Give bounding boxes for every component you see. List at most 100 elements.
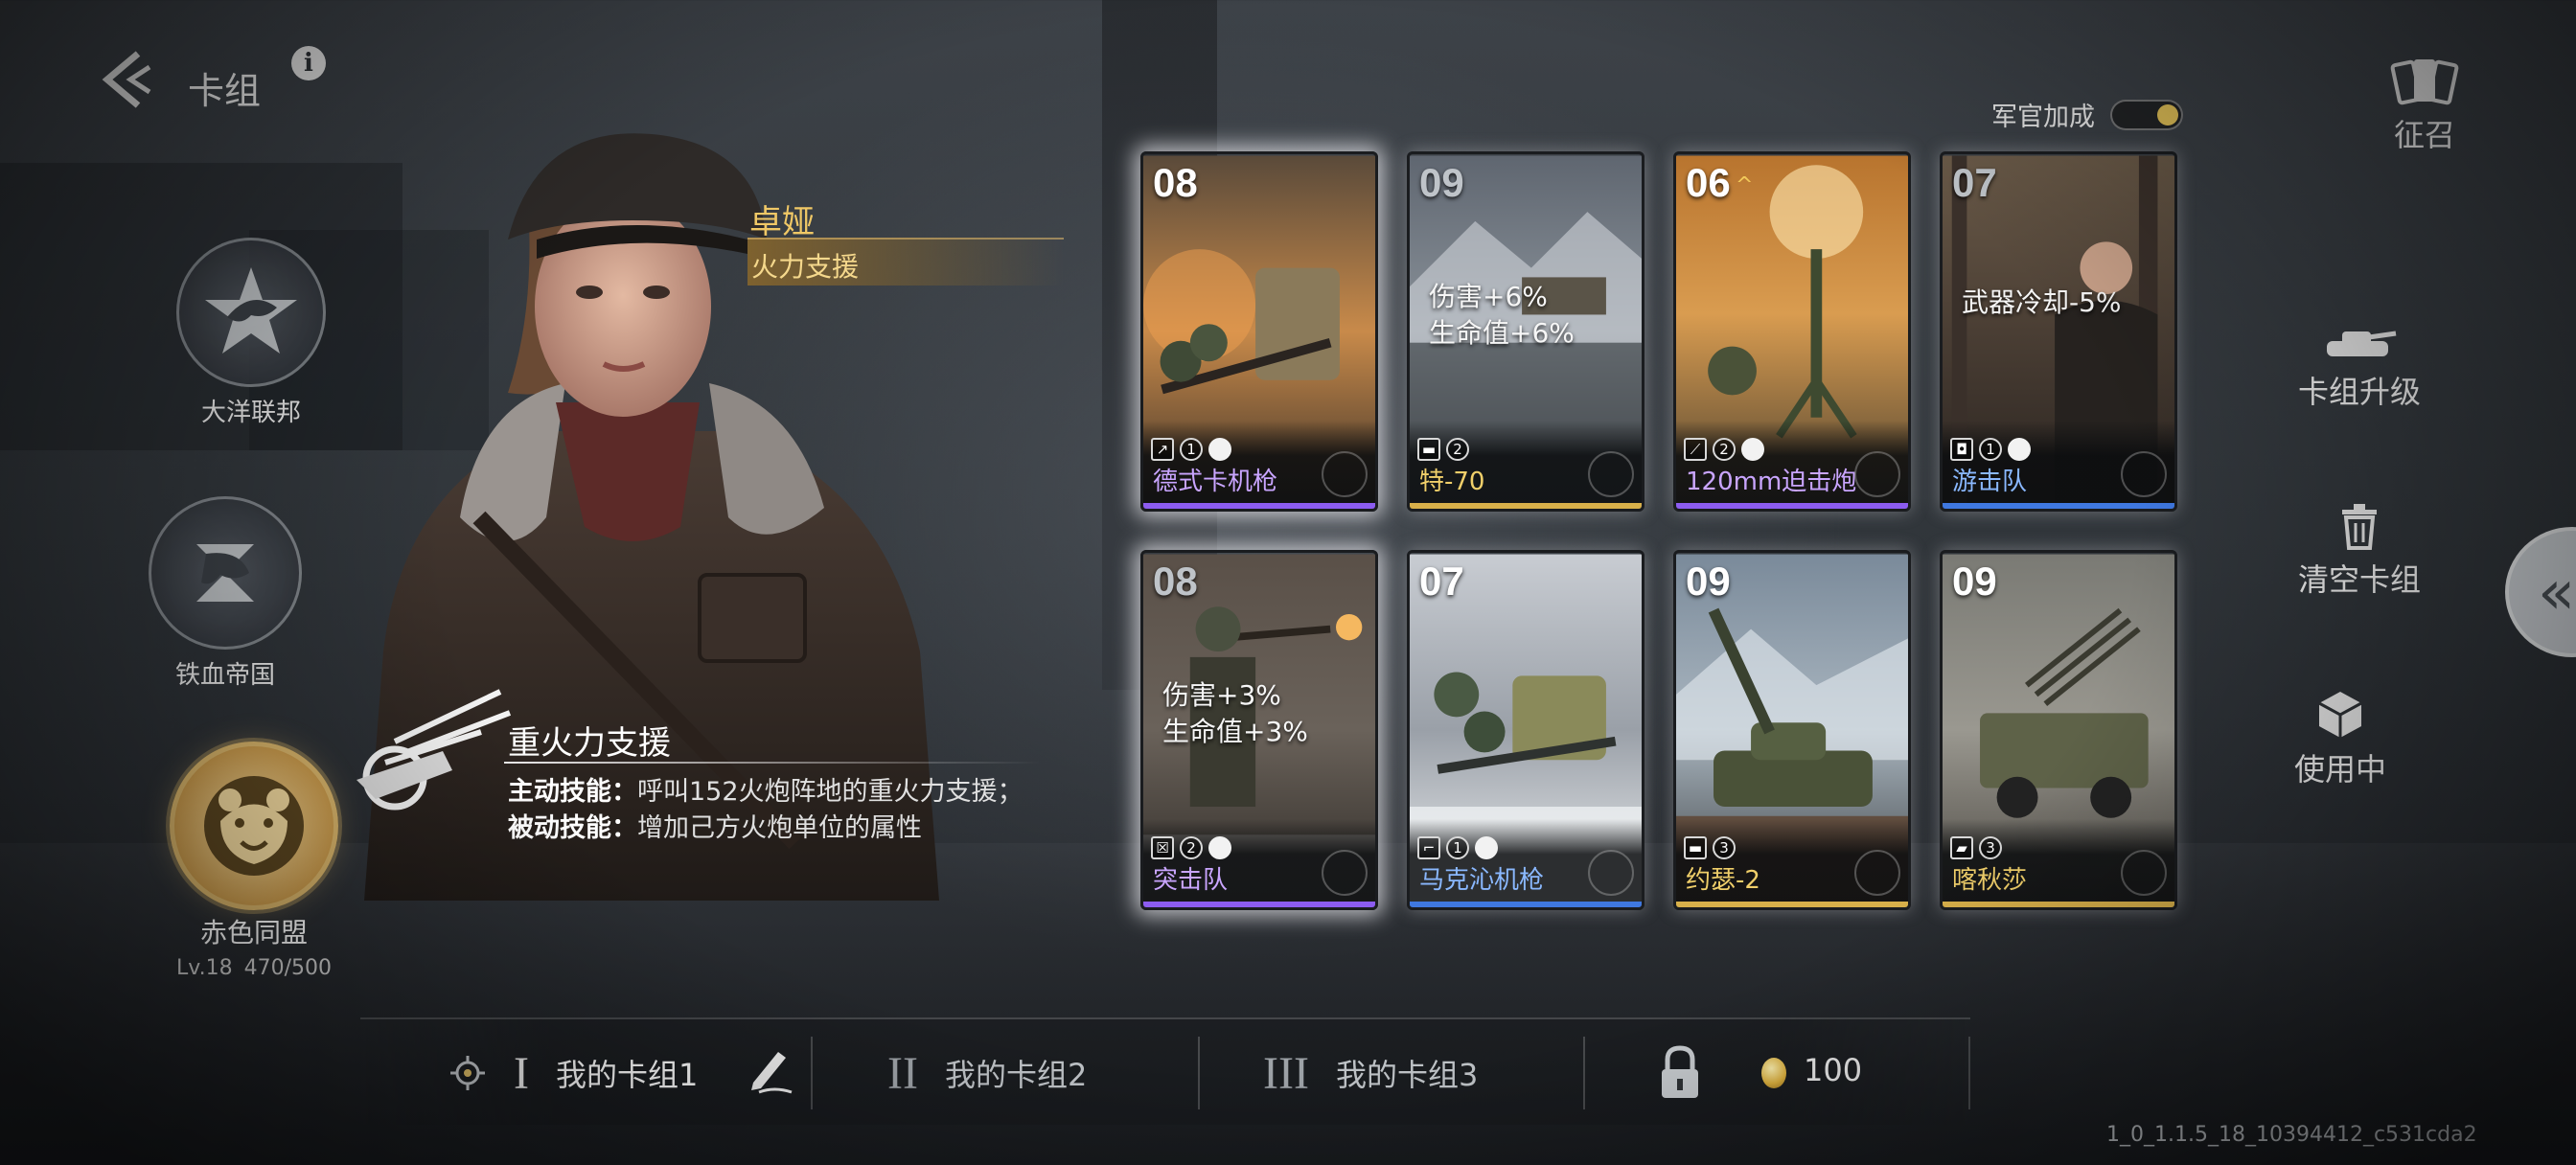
in-use-label: 使用中 — [2293, 751, 2386, 788]
faction-watermark-icon — [1588, 451, 1634, 497]
deck-upgrade-button[interactable]: 卡组升级 — [2264, 308, 2455, 412]
infantry-type-icon: ◘ — [1950, 438, 1973, 461]
flag-icon — [2008, 438, 2031, 461]
faction-red-alliance[interactable]: 赤色同盟 Lv.18 470/500 — [163, 742, 345, 980]
card-is2[interactable]: 09 ▬ 3 约瑟-2 — [1673, 550, 1911, 910]
deck-upgrade-label: 卡组升级 — [2297, 374, 2421, 410]
commander-name: 卓娅 — [749, 203, 815, 241]
card-maxim-machine-gun[interactable]: 07 ⌐ 1 马克沁机枪 — [1407, 550, 1644, 910]
rarity-bar — [1943, 902, 2174, 907]
officer-bonus-toggle[interactable] — [2110, 99, 2183, 130]
deck-tab-2[interactable]: II 我的卡组2 — [887, 1037, 1087, 1109]
card-cost: 07 — [1952, 160, 1997, 205]
recruit-button[interactable]: 征召 — [2329, 56, 2520, 155]
machine-gun-type-icon: ⌐ — [1417, 836, 1440, 859]
card-name: 马克沁机枪 — [1419, 866, 1545, 895]
card-name: 特-70 — [1419, 468, 1485, 496]
card-cost: 08 — [1153, 559, 1198, 604]
tag-count: 2 — [1446, 438, 1469, 461]
version-label: 1_0_1.1.5_18_10394412_c531cda2 — [2106, 1123, 2477, 1147]
rarity-bar — [1676, 503, 1908, 509]
faction-ocean-federation[interactable]: 大洋联邦 — [174, 238, 328, 428]
card-cost: 07 — [1419, 559, 1464, 604]
card-120mm-mortar[interactable]: 06 ^ ⟋ 2 120mm迫击炮 — [1673, 151, 1911, 512]
card-buffs: 武器冷却-5% — [1962, 286, 2122, 318]
side-panel-toggle[interactable]: « — [2505, 527, 2576, 657]
edit-pen-icon[interactable] — [746, 1044, 795, 1094]
card-cost: 09 — [1419, 160, 1464, 205]
tag-count: 1 — [1446, 836, 1469, 859]
deck-numeral: II — [887, 1047, 918, 1099]
tag-count: 1 — [1979, 438, 2002, 461]
faction-level: Lv.18 470/500 — [176, 956, 332, 980]
officer-bonus[interactable]: 军官加成 — [1991, 96, 2183, 133]
card-name: 突击队 — [1153, 866, 1229, 895]
clear-deck-label: 清空卡组 — [2297, 561, 2421, 598]
clear-deck-button[interactable]: 清空卡组 — [2264, 496, 2455, 600]
card-cost: 06 — [1686, 160, 1731, 205]
faction-watermark-icon — [2121, 850, 2167, 896]
card-cost: 08 — [1153, 160, 1198, 205]
card-katyusha[interactable]: 09 ▰ 3 喀秋莎 — [1940, 550, 2177, 910]
back-button[interactable] — [92, 46, 159, 113]
rarity-bar — [1143, 902, 1375, 907]
assault-type-icon: ☒ — [1151, 836, 1174, 859]
card-t70[interactable]: 09 伤害+6% 生命值+6% ▬ 2 特-70 — [1407, 151, 1644, 512]
card-tags: ◘ 1 — [1950, 438, 2031, 461]
recruit-label: 征召 — [2393, 117, 2455, 153]
deck-separator — [1968, 1037, 1970, 1109]
tag-count: 3 — [1979, 836, 2002, 859]
flag-icon — [1208, 438, 1231, 461]
deck-name: 我的卡组3 — [1335, 1057, 1479, 1093]
coin-icon — [1761, 1058, 1786, 1088]
officer-bonus-label: 军官加成 — [1991, 103, 2095, 132]
tag-count: 1 — [1180, 438, 1203, 461]
faction-label: 赤色同盟 — [199, 917, 308, 948]
card-buffs: 伤害+3% 生命值+3% — [1162, 679, 1308, 747]
skill-description: 主动技能：呼叫152火炮阵地的重火力支援； 被动技能：增加己方火炮单位的属性 — [508, 777, 1024, 843]
chevron-left-icon: « — [2538, 558, 2576, 628]
trash-icon — [2264, 496, 2455, 550]
artillery-type-icon: ⟋ — [1684, 438, 1707, 461]
tank-upgrade-icon — [2264, 308, 2455, 362]
deck-tab-1[interactable]: I 我的卡组1 — [514, 1037, 698, 1109]
skill-divider — [504, 762, 1041, 764]
skill-title: 重火力支援 — [508, 724, 671, 763]
card-name: 游击队 — [1952, 468, 2028, 496]
card-assault-squad[interactable]: 08 伤害+3% 生命值+3% ☒ 2 突击队 — [1140, 550, 1378, 910]
card-tags: ☒ 2 — [1151, 836, 1231, 859]
card-name: 喀秋莎 — [1952, 866, 2028, 895]
deck-tab-3[interactable]: III 我的卡组3 — [1263, 1037, 1478, 1109]
card-guerrilla[interactable]: 07 武器冷却-5% ◘ 1 游击队 — [1940, 151, 2177, 512]
faction-watermark-icon — [1588, 850, 1634, 896]
page-title: 卡组 — [188, 70, 262, 112]
upgrade-arrow-icon: ^ — [1736, 173, 1754, 197]
lock-icon[interactable] — [1658, 1044, 1702, 1102]
info-icon[interactable]: i — [291, 46, 326, 80]
faction-iron-blood-empire[interactable]: 铁血帝国 — [144, 496, 307, 691]
deck-numeral: III — [1263, 1047, 1309, 1099]
flag-icon — [1208, 836, 1231, 859]
flag-icon — [1475, 836, 1498, 859]
tank-type-icon: ▬ — [1684, 836, 1707, 859]
faction-watermark-icon — [1854, 451, 1900, 497]
card-tags: ↗ 1 — [1151, 438, 1231, 461]
faction-label: 铁血帝国 — [174, 661, 275, 690]
faction-watermark-icon — [1322, 451, 1368, 497]
card-german-machine-gun[interactable]: 08 ↗ 1 德式卡机枪 — [1140, 151, 1378, 512]
star-eagle-emblem-icon — [176, 238, 326, 387]
card-tags: ⌐ 1 — [1417, 836, 1498, 859]
back-arrow-icon — [102, 51, 151, 108]
deck-separator — [1583, 1037, 1585, 1109]
tag-count: 2 — [1180, 836, 1203, 859]
in-use-button[interactable]: 使用中 — [2244, 686, 2436, 789]
unlock-cost: 100 — [1804, 1052, 1863, 1088]
artillery-skill-icon — [337, 674, 519, 818]
faction-watermark-icon — [2121, 451, 2167, 497]
rarity-bar — [1676, 902, 1908, 907]
card-name: 约瑟-2 — [1686, 866, 1760, 895]
deck-separator — [811, 1037, 813, 1109]
box-icon — [2244, 686, 2436, 740]
panther-emblem-icon — [149, 496, 302, 650]
rarity-bar — [1410, 902, 1642, 907]
